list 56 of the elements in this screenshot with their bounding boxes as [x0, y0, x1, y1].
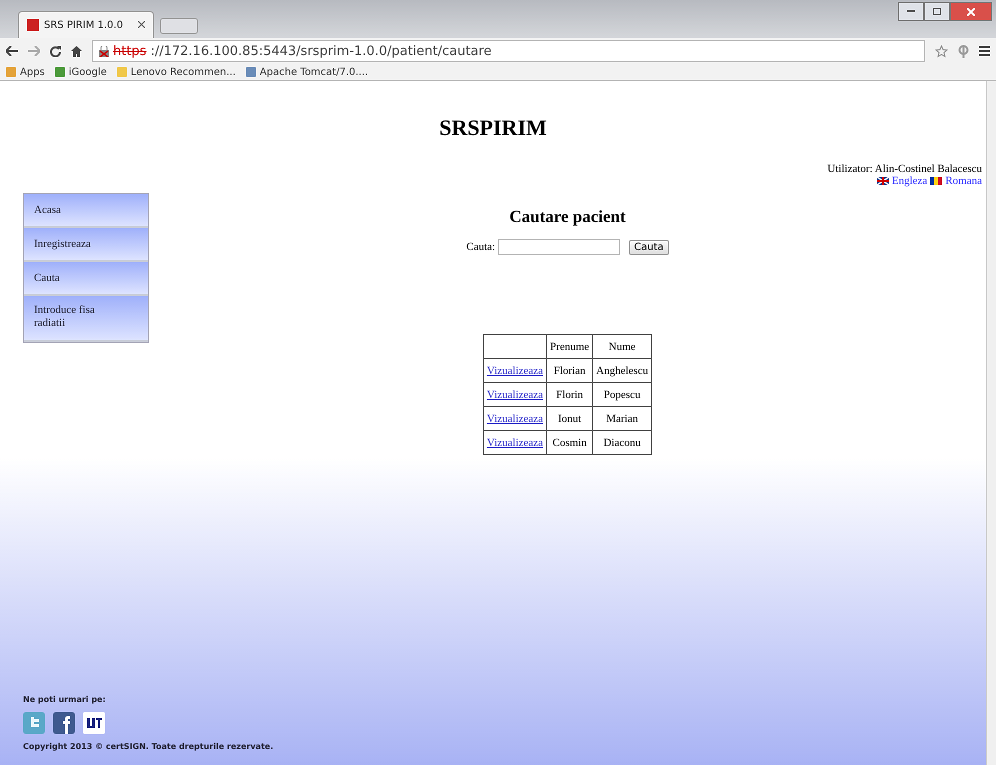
- url-text: ://172.16.100.85:5443/srsprim-1.0.0/patient/cautare: [150, 44, 492, 58]
- menu-icon[interactable]: [979, 46, 990, 56]
- maximize-button[interactable]: [924, 2, 950, 21]
- bookmark-icon: [6, 67, 16, 77]
- menu-item[interactable]: Inregistreaza: [24, 228, 148, 262]
- bookmark-icon: [246, 67, 256, 77]
- facebook-icon[interactable]: [53, 712, 75, 734]
- search-button[interactable]: Cauta: [629, 240, 669, 254]
- url-scheme: https: [113, 44, 146, 58]
- table-cell: Popescu: [592, 382, 652, 406]
- menu-item[interactable]: Introduce fisa radiatii: [24, 296, 148, 342]
- copyright-text: Copyright 2013 © certSIGN. Toate drepturile rezervate.: [23, 742, 274, 751]
- bookmark-icon: [116, 67, 127, 77]
- table-cell: Ionut: [546, 406, 593, 430]
- minimize-icon: [907, 10, 915, 13]
- menu-item[interactable]: Acasa: [24, 194, 148, 228]
- bookmark-icon: [54, 67, 65, 77]
- column-header: Prenume: [546, 334, 593, 358]
- site-title: SRSPIRIM: [439, 115, 547, 141]
- close-icon[interactable]: [138, 20, 145, 30]
- table-cell: Anghelescu: [592, 358, 652, 382]
- menu-item[interactable]: Cauta: [24, 262, 148, 296]
- warning-lock-icon: [99, 46, 109, 56]
- reload-icon[interactable]: [50, 46, 61, 56]
- flag-icon: [930, 177, 942, 185]
- table-cell: Florian: [546, 358, 593, 382]
- extension-icon[interactable]: [958, 44, 969, 58]
- scrollbar[interactable]: [986, 81, 996, 765]
- minimize-button[interactable]: [898, 2, 924, 21]
- close-button[interactable]: [950, 2, 992, 21]
- favicon-icon: [27, 19, 39, 31]
- logo-icon[interactable]: [83, 712, 105, 734]
- page-heading: Cautare pacient: [509, 207, 626, 227]
- maximize-icon: [933, 8, 941, 15]
- table-cell: Diaconu: [592, 430, 652, 454]
- bookmark[interactable]: Apache Tomcat/7.0....: [246, 66, 368, 78]
- home-icon[interactable]: [71, 46, 82, 56]
- close-icon: [967, 8, 975, 16]
- search-label: Cauta:: [466, 241, 496, 253]
- follow-text: Ne poti urmari pe:: [23, 695, 107, 704]
- bookmark[interactable]: Apps: [6, 66, 45, 78]
- table-cell: Marian: [592, 406, 652, 430]
- language-link[interactable]: Engleza: [876, 175, 928, 187]
- address-bar[interactable]: https ://172.16.100.85:5443/srsprim-1.0.0/patient/cautare: [92, 40, 925, 62]
- browser-tab[interactable]: SRS PIRIM 1.0.0: [18, 11, 154, 38]
- table-cell: Cosmin: [546, 430, 593, 454]
- bookmark[interactable]: Lenovo Recommen...: [116, 66, 236, 78]
- bookmark[interactable]: iGoogle: [54, 66, 107, 78]
- column-header: Nume: [592, 334, 652, 358]
- language-link[interactable]: Romana: [930, 175, 982, 187]
- table-cell: Florin: [546, 382, 593, 406]
- search-field[interactable]: [498, 239, 620, 255]
- star-icon[interactable]: [935, 44, 948, 58]
- flag-icon: [876, 177, 889, 185]
- user-name: Utilizator: Alin-Costinel Balacescu: [827, 163, 982, 175]
- back-icon[interactable]: [6, 46, 18, 56]
